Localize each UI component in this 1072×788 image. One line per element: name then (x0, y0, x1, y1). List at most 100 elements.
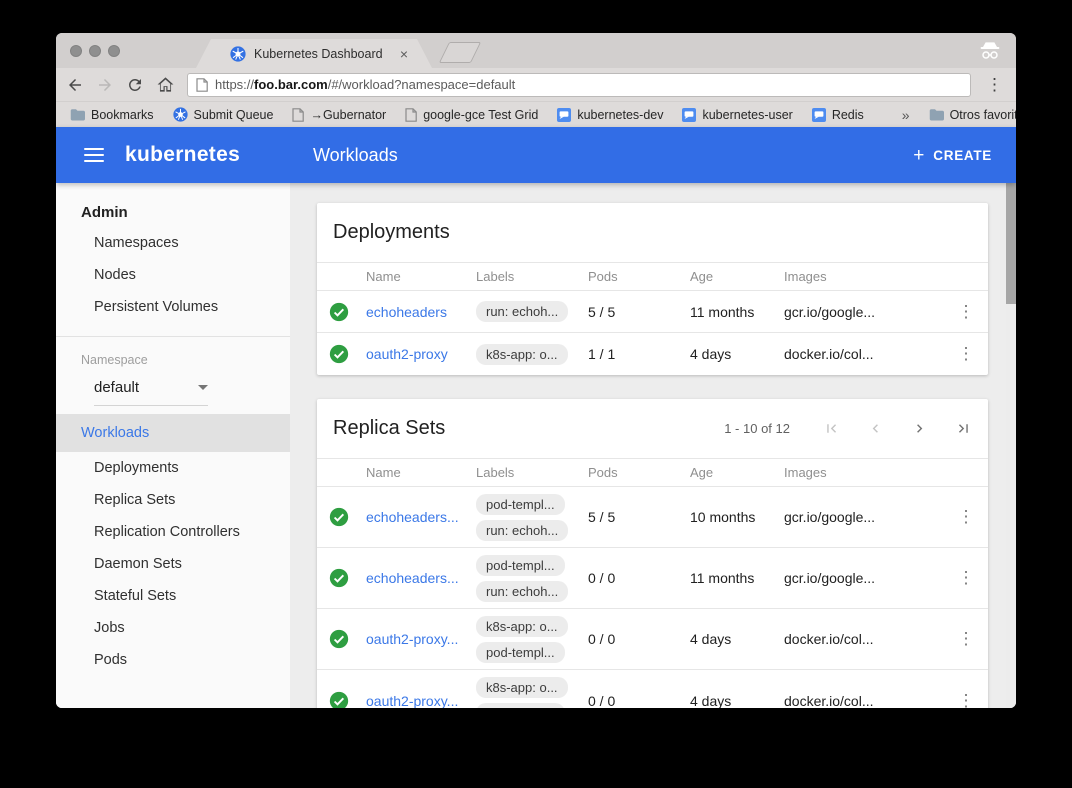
images-value: docker.io/col... (781, 693, 944, 709)
last-page-button[interactable] (955, 420, 972, 437)
resource-name-link[interactable]: echoheaders (366, 304, 447, 320)
column-header-images: Images (781, 465, 944, 480)
url-text: https://foo.bar.com/#/workload?namespace… (215, 77, 515, 92)
label-chip: k8s-app: o... (476, 616, 568, 637)
first-page-button[interactable] (823, 420, 840, 437)
sidebar-item-replication-controllers[interactable]: Replication Controllers (56, 516, 290, 548)
browser-toolbar: https://foo.bar.com/#/workload?namespace… (56, 68, 1016, 101)
label-chip: run: echoh... (476, 301, 568, 322)
resource-name-link[interactable]: oauth2-proxy (366, 346, 448, 362)
bookmark-label: Bookmarks (91, 108, 154, 122)
row-actions-menu-button[interactable]: ⋮ (952, 507, 981, 527)
table-row: oauth2-proxy... k8s-app: o... pod-templ...… (317, 609, 988, 670)
sidebar-item-replica-sets[interactable]: Replica Sets (56, 484, 290, 516)
close-tab-icon[interactable]: × (400, 46, 408, 62)
column-header-age: Age (687, 269, 781, 284)
row-actions-menu-button[interactable]: ⋮ (952, 691, 981, 709)
sidebar-item-nodes[interactable]: Nodes (56, 259, 290, 291)
bookmark-label: kubernetes-dev (577, 108, 663, 122)
resource-name-link[interactable]: echoheaders... (366, 570, 459, 586)
status-ok-icon (329, 568, 349, 588)
bookmark-item[interactable]: kubernetes-dev (557, 108, 663, 122)
column-header-labels: Labels (473, 269, 585, 284)
kubernetes-icon (173, 107, 188, 122)
groups-icon (812, 108, 826, 122)
column-header-pods: Pods (585, 465, 687, 480)
window-controls (70, 45, 120, 57)
bookmark-item[interactable]: Submit Queue (173, 107, 274, 122)
table-row: echoheaders...pod-templ...run: echoh...0… (317, 548, 988, 609)
age-value: 4 days (687, 693, 781, 709)
sidebar-item-namespaces[interactable]: Namespaces (56, 227, 290, 259)
bookmark-item[interactable]: Redis (812, 108, 864, 122)
sidebar-item-daemon-sets[interactable]: Daemon Sets (56, 548, 290, 580)
scrollbar-thumb[interactable] (1006, 183, 1016, 304)
bookmarks-bar: Bookmarks Submit Queue →Gubernator google-g… (56, 101, 1016, 127)
chevron-down-icon (198, 385, 208, 390)
label-chip: run: echoh... (476, 581, 568, 602)
images-value: gcr.io/google... (781, 570, 944, 586)
status-ok-icon (329, 507, 349, 527)
resource-name-link[interactable]: oauth2-proxy... (366, 631, 458, 647)
row-actions-menu-button[interactable]: ⋮ (952, 568, 981, 588)
label-chip: pod-templ... (476, 642, 565, 663)
deployments-card: Deployments Name Labels Pods Age Images … (317, 203, 988, 375)
column-header-pods: Pods (585, 269, 687, 284)
create-button[interactable]: + CREATE (907, 138, 998, 173)
row-actions-menu-button[interactable]: ⋮ (952, 629, 981, 649)
reload-button[interactable] (126, 76, 144, 94)
home-button[interactable] (156, 75, 175, 94)
browser-tab[interactable]: Kubernetes Dashboard × (196, 39, 432, 68)
bookmark-item[interactable]: Bookmarks (70, 108, 154, 122)
sidebar-item-persistent-volumes[interactable]: Persistent Volumes (56, 291, 290, 323)
namespace-label: Namespace (81, 353, 290, 367)
address-bar[interactable]: https://foo.bar.com/#/workload?namespace… (187, 73, 971, 97)
sidebar-item-stateful-sets[interactable]: Stateful Sets (56, 580, 290, 612)
pods-value: 0 / 0 (585, 693, 687, 709)
namespace-select[interactable]: default (94, 379, 208, 406)
bookmark-item[interactable]: →Gubernator (292, 108, 386, 122)
hamburger-menu-icon[interactable] (84, 148, 104, 162)
bookmarks-overflow-chevron[interactable]: » (902, 107, 910, 123)
sidebar-item-jobs[interactable]: Jobs (56, 612, 290, 644)
new-tab-button[interactable] (439, 42, 481, 63)
bookmark-item[interactable]: google-gce Test Grid (405, 108, 538, 122)
table-row: echoheaders...pod-templ...run: echoh...5… (317, 487, 988, 548)
table-header: Name Labels Pods Age Images (317, 458, 988, 487)
zoom-window-button[interactable] (108, 45, 120, 57)
previous-page-button[interactable] (867, 420, 884, 437)
sidebar-item-deployments[interactable]: Deployments (56, 452, 290, 484)
sidebar-admin-header: Admin (81, 204, 290, 221)
back-button[interactable] (66, 76, 84, 94)
bookmark-item[interactable]: kubernetes-user (682, 108, 792, 122)
bookmark-label: Otros favoritos (950, 108, 1016, 122)
minimize-window-button[interactable] (89, 45, 101, 57)
browser-menu-button[interactable]: ⋮ (983, 75, 1006, 95)
kubernetes-favicon-icon (230, 46, 246, 62)
sidebar-item-workloads[interactable]: Workloads (56, 414, 290, 452)
card-title: Replica Sets (333, 417, 445, 440)
label-chip: pod-templ... (476, 703, 565, 708)
resource-name-link[interactable]: echoheaders... (366, 509, 459, 525)
forward-button[interactable] (96, 76, 114, 94)
row-actions-menu-button[interactable]: ⋮ (952, 302, 981, 322)
close-window-button[interactable] (70, 45, 82, 57)
folder-icon (929, 108, 944, 121)
pagination: 1 - 10 of 12 (724, 420, 972, 437)
age-value: 11 months (687, 570, 781, 586)
resource-name-link[interactable]: oauth2-proxy... (366, 693, 458, 709)
browser-window: Kubernetes Dashboard × https://foo.bar.c… (56, 33, 1016, 708)
content-scrollbar[interactable] (1006, 183, 1016, 708)
sidebar-divider (56, 336, 290, 337)
row-actions-menu-button[interactable]: ⋮ (952, 344, 981, 364)
page-icon (292, 108, 304, 122)
column-header-images: Images (781, 269, 944, 284)
bookmark-other-folder[interactable]: Otros favoritos (929, 108, 1016, 122)
age-value: 4 days (687, 346, 781, 362)
incognito-icon (978, 40, 1002, 67)
column-header-labels: Labels (473, 465, 585, 480)
next-page-button[interactable] (911, 420, 928, 437)
pagination-range: 1 - 10 of 12 (724, 421, 790, 436)
sidebar-item-pods[interactable]: Pods (56, 644, 290, 676)
label-chip: pod-templ... (476, 494, 565, 515)
